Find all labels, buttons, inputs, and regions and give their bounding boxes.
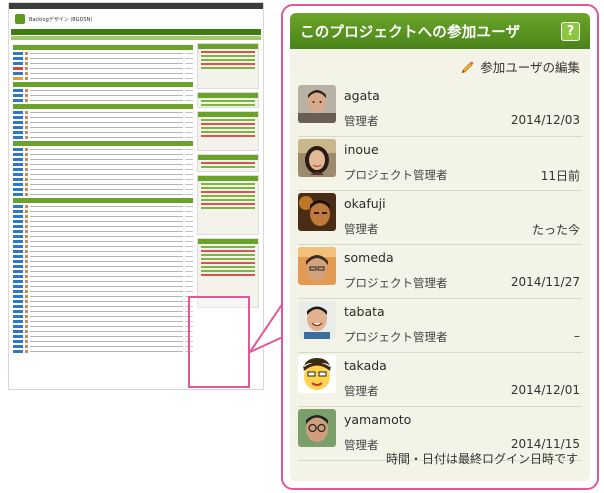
member-row[interactable]: agata 管理者 2014/12/03 xyxy=(298,83,582,137)
member-role: プロジェクト管理者 xyxy=(344,330,448,344)
edit-members-label: 参加ユーザの編集 xyxy=(480,59,580,75)
member-name[interactable]: inoue xyxy=(344,142,379,157)
avatar[interactable] xyxy=(298,409,336,447)
member-last-login: – xyxy=(574,329,580,343)
member-last-login: たった今 xyxy=(531,223,580,237)
member-role: 管理者 xyxy=(344,384,379,398)
avatar[interactable] xyxy=(298,247,336,285)
member-last-login: 2014/11/27 xyxy=(510,275,580,289)
avatar[interactable] xyxy=(298,355,336,393)
member-role: 管理者 xyxy=(344,438,379,452)
member-row[interactable]: someda プロジェクト管理者 2014/11/27 xyxy=(298,245,582,299)
member-name[interactable]: agata xyxy=(344,88,380,103)
member-last-login: 2014/12/01 xyxy=(510,383,580,397)
member-role: プロジェクト管理者 xyxy=(344,276,448,290)
thumbnail-app-title: Backlogデザイン (BGDSN) xyxy=(29,16,93,23)
member-name[interactable]: someda xyxy=(344,250,394,265)
member-row[interactable]: takada 管理者 2014/12/01 xyxy=(298,353,582,407)
member-panel: このプロジェクトへの参加ユーザ ? 参加ユーザの編集 agata 管理者 2014/… xyxy=(281,4,599,490)
pencil-icon xyxy=(462,60,474,73)
member-name[interactable]: yamamoto xyxy=(344,412,411,427)
member-role: 管理者 xyxy=(344,222,379,236)
avatar[interactable] xyxy=(298,139,336,177)
thumbnail-issue-list xyxy=(13,43,193,354)
help-button[interactable]: ? xyxy=(561,21,580,41)
panel-title: このプロジェクトへの参加ユーザ xyxy=(300,24,521,41)
avatar[interactable] xyxy=(298,193,336,231)
avatar[interactable] xyxy=(298,301,336,339)
highlight-box xyxy=(188,296,250,388)
edit-members-link[interactable]: 参加ユーザの編集 xyxy=(290,49,590,83)
member-last-login: 2014/12/03 xyxy=(510,113,580,127)
avatar[interactable] xyxy=(298,85,336,123)
member-row[interactable]: inoue プロジェクト管理者 11日前 xyxy=(298,137,582,191)
member-role: 管理者 xyxy=(344,114,379,128)
member-role: プロジェクト管理者 xyxy=(344,168,448,182)
member-list: agata 管理者 2014/12/03 inoue プロジェクト管理者 11日前 okaf… xyxy=(290,83,590,461)
member-name[interactable]: tabata xyxy=(344,304,385,319)
member-last-login: 11日前 xyxy=(540,169,580,183)
thumbnail-sidebar xyxy=(197,43,259,311)
member-row[interactable]: tabata プロジェクト管理者 – xyxy=(298,299,582,353)
footer-note: 時間・日付は最終ログイン日時です xyxy=(385,452,578,466)
member-row[interactable]: okafuji 管理者 たった今 xyxy=(298,191,582,245)
panel-header: このプロジェクトへの参加ユーザ ? xyxy=(290,13,590,49)
member-name[interactable]: takada xyxy=(344,358,387,373)
backlog-logo-icon xyxy=(15,14,25,24)
member-name[interactable]: okafuji xyxy=(344,196,386,211)
member-last-login: 2014/11/15 xyxy=(510,437,580,451)
